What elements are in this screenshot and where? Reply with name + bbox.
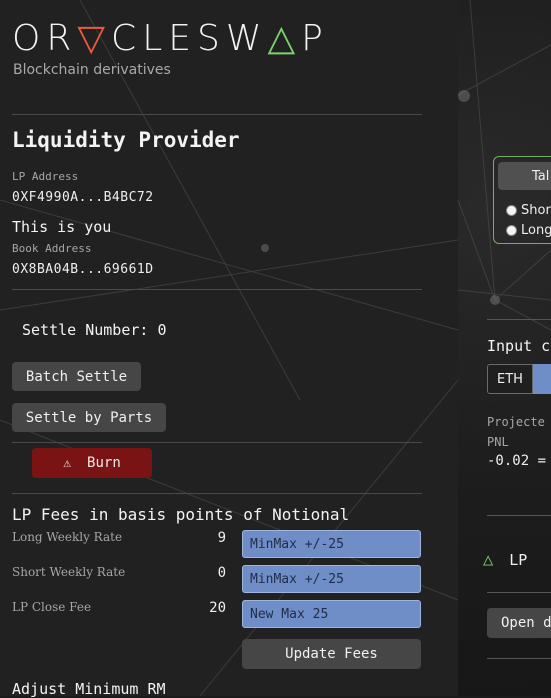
settle-by-parts-button[interactable]: Settle by Parts bbox=[12, 403, 166, 432]
radio-short-label: Shor bbox=[521, 203, 551, 218]
long-weekly-rate-input[interactable]: MinMax +/-25 bbox=[242, 530, 421, 558]
long-weekly-rate-label: Long Weekly Rate bbox=[12, 530, 123, 544]
lp-label: LP bbox=[509, 551, 528, 569]
divider bbox=[487, 319, 551, 320]
projected-text: Projecte bbox=[487, 415, 545, 429]
pnl-text: PNL bbox=[487, 435, 509, 449]
divider bbox=[12, 289, 422, 290]
settle-number: Settle Number: 0 bbox=[22, 321, 167, 339]
tagline: Blockchain derivatives bbox=[13, 62, 171, 78]
book-address-value: 0X8BA04B...69661D bbox=[12, 262, 154, 277]
book-address-label: Book Address bbox=[12, 242, 92, 255]
lp-row: △ LP bbox=[483, 550, 527, 570]
radio-short-circle[interactable] bbox=[506, 205, 517, 216]
update-fees-button[interactable]: Update Fees bbox=[242, 639, 421, 669]
divider bbox=[487, 515, 551, 516]
eth-currency-label: ETH bbox=[487, 364, 533, 394]
app-logo: OR▽CLESW△P bbox=[12, 18, 329, 59]
warning-icon: ⚠ bbox=[63, 455, 72, 471]
this-is-you-text: This is you bbox=[12, 218, 112, 236]
radio-short[interactable]: Shor bbox=[506, 203, 551, 218]
adjust-minimum-rm-title: Adjust Minimum RM bbox=[12, 680, 166, 698]
lp-address-value: 0XF4990A...B4BC72 bbox=[12, 190, 154, 205]
fees-title: LP Fees in basis points of Notional bbox=[12, 505, 350, 524]
short-weekly-rate-input[interactable]: MinMax +/-25 bbox=[242, 565, 421, 593]
triangle-up-icon: △ bbox=[483, 550, 494, 570]
input-label: Input c bbox=[487, 337, 551, 355]
radio-long[interactable]: Long bbox=[506, 223, 551, 238]
short-weekly-rate-label: Short Weekly Rate bbox=[12, 565, 126, 579]
tab-button[interactable]: Tal bbox=[498, 162, 551, 190]
pnl-value: -0.02 = bbox=[487, 453, 547, 469]
lp-close-fee-value: 20 bbox=[209, 600, 226, 616]
divider bbox=[487, 592, 551, 593]
divider bbox=[12, 442, 422, 443]
page-title: Liquidity Provider bbox=[12, 128, 240, 152]
open-button[interactable]: Open d bbox=[487, 608, 551, 638]
burn-label: Burn bbox=[87, 455, 121, 471]
divider bbox=[12, 114, 422, 115]
lp-address-label: LP Address bbox=[12, 170, 79, 183]
long-weekly-rate-value: 9 bbox=[217, 530, 226, 546]
divider bbox=[487, 658, 551, 659]
batch-settle-button[interactable]: Batch Settle bbox=[12, 362, 141, 391]
divider bbox=[12, 493, 422, 494]
short-weekly-rate-value: 0 bbox=[217, 565, 226, 581]
lp-close-fee-label: LP Close Fee bbox=[12, 600, 92, 614]
projected-pnl-label: Projecte PNL bbox=[487, 412, 545, 452]
burn-button[interactable]: ⚠ Burn bbox=[32, 448, 152, 478]
amount-input[interactable] bbox=[533, 364, 551, 394]
lp-close-fee-input[interactable]: New Max 25 bbox=[242, 600, 421, 628]
radio-long-circle[interactable] bbox=[506, 225, 517, 236]
radio-long-label: Long bbox=[521, 223, 551, 238]
